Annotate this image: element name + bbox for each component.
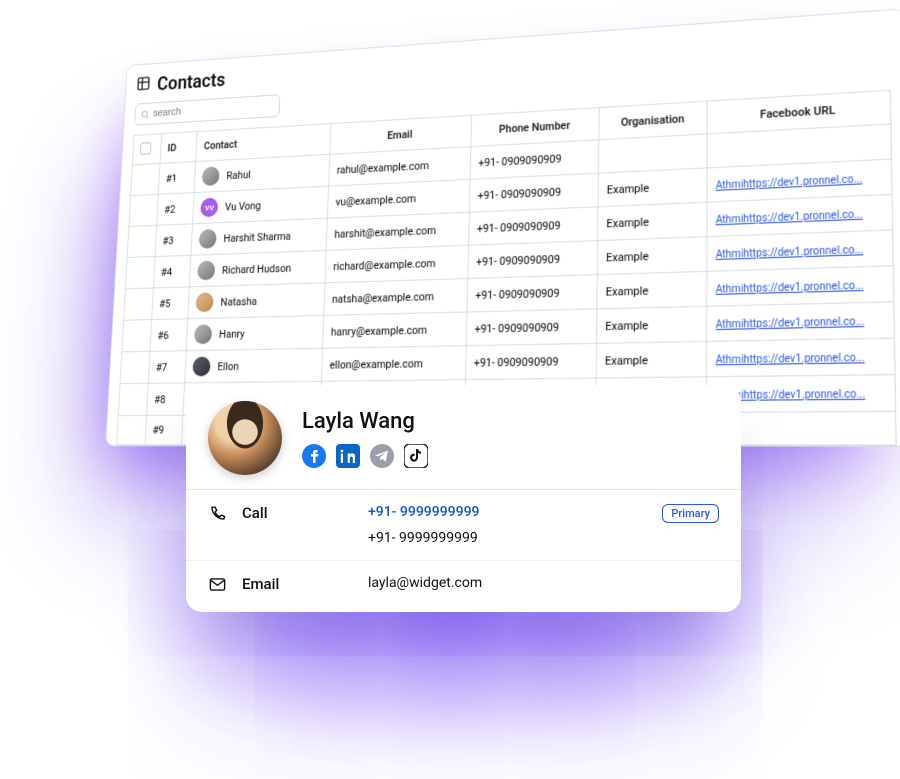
phone-primary[interactable]: +91- 9999999999 (368, 504, 623, 520)
phone-icon (208, 504, 236, 527)
row-email: richard@example.com (325, 245, 468, 283)
call-label: Call (242, 504, 362, 522)
row-phone: +91- 0909090909 (466, 309, 597, 346)
checkbox-icon[interactable] (140, 142, 152, 155)
row-id: #9 (145, 415, 184, 445)
row-org: Example (597, 306, 707, 343)
row-email: harshit@example.com (326, 212, 469, 250)
contacts-panel: Contacts ID Contact Email Phone Numbe (105, 8, 900, 447)
search-input[interactable] (153, 100, 275, 119)
table-icon (136, 73, 151, 96)
row-phone: +91- 0909090909 (467, 275, 598, 312)
row-email: ellon@example.com (321, 346, 466, 382)
row-org: Example (598, 168, 707, 207)
row-avatar: VV (200, 198, 218, 218)
call-row: Call +91- 9999999999 +91- 9999999999 Pri… (186, 490, 741, 560)
row-email: hanry@example.com (323, 312, 467, 348)
row-contact-name: Natasha (220, 295, 257, 309)
linkedin-icon[interactable] (336, 444, 360, 468)
phone-secondary[interactable]: +91- 9999999999 (368, 530, 623, 546)
header-checkbox[interactable] (132, 134, 161, 165)
row-contact-name: Richard Hudson (222, 261, 292, 276)
row-contact-name: Ellon (217, 360, 239, 373)
contact-name: Layla Wang (302, 409, 428, 434)
email-values: layla@widget.com (368, 575, 623, 591)
search-box[interactable] (134, 94, 280, 126)
contact-detail-card: Layla Wang Call +91- 99999 (186, 385, 741, 612)
facebook-url-link[interactable]: Athmihttps://dev1.pronnel.co... (716, 316, 865, 331)
facebook-url-link[interactable]: Athmihttps://dev1.pronnel.co... (716, 280, 864, 296)
search-icon (140, 105, 150, 123)
tiktok-icon[interactable] (404, 444, 428, 468)
row-id: #4 (153, 255, 191, 288)
row-contact-name: Hanry (219, 327, 245, 340)
row-contact-name: Harshit Sharma (223, 229, 291, 244)
social-links (302, 444, 428, 468)
row-id: #8 (146, 383, 185, 416)
row-phone: +91- 0909090909 (468, 207, 598, 245)
facebook-url-link[interactable]: Athmihttps://dev1.pronnel.co... (716, 244, 864, 261)
header-id[interactable]: ID (160, 132, 198, 164)
row-org: Example (597, 237, 706, 275)
row-avatar (202, 166, 220, 186)
telegram-icon[interactable] (370, 444, 394, 468)
contact-avatar (208, 401, 282, 475)
facebook-url-link[interactable]: Athmihttps://dev1.pronnel.co... (716, 352, 865, 366)
card-reflection: Layla Wang Call +91- 99999 (186, 590, 741, 770)
row-id: #3 (155, 224, 193, 257)
row-org (598, 134, 706, 173)
facebook-icon[interactable] (302, 444, 326, 468)
row-phone: +91- 0909090909 (469, 173, 598, 212)
row-id: #7 (148, 351, 187, 384)
row-contact-name: Vu Vong (225, 199, 261, 213)
row-avatar (193, 357, 211, 377)
row-contact-name: Rahul (226, 168, 251, 182)
phone-values: +91- 9999999999 +91- 9999999999 (368, 504, 623, 546)
row-id: #2 (156, 193, 194, 226)
facebook-url-link[interactable]: Athmihttps://dev1.pronnel.co... (716, 173, 863, 191)
panel-title: Contacts (136, 21, 890, 97)
row-phone: +91- 0909090909 (465, 343, 596, 379)
facebook-url-link[interactable]: Athmihttps://dev1.pronnel.co... (716, 208, 863, 225)
primary-badge: Primary (662, 504, 719, 523)
row-avatar (194, 324, 212, 344)
row-id: #6 (150, 319, 188, 352)
row-id: #5 (151, 287, 189, 320)
row-avatar (199, 229, 217, 249)
row-avatar (196, 292, 214, 312)
row-id: #1 (158, 162, 196, 195)
row-org: Example (596, 341, 707, 378)
row-org: Example (597, 271, 707, 309)
row-avatar (197, 261, 215, 281)
row-email: natsha@example.com (324, 279, 468, 316)
email-value[interactable]: layla@widget.com (368, 575, 623, 591)
row-org: Example (598, 202, 707, 240)
card-header: Layla Wang (186, 385, 741, 490)
row-phone: +91- 0909090909 (468, 241, 598, 279)
panel-title-text: Contacts (157, 68, 226, 95)
